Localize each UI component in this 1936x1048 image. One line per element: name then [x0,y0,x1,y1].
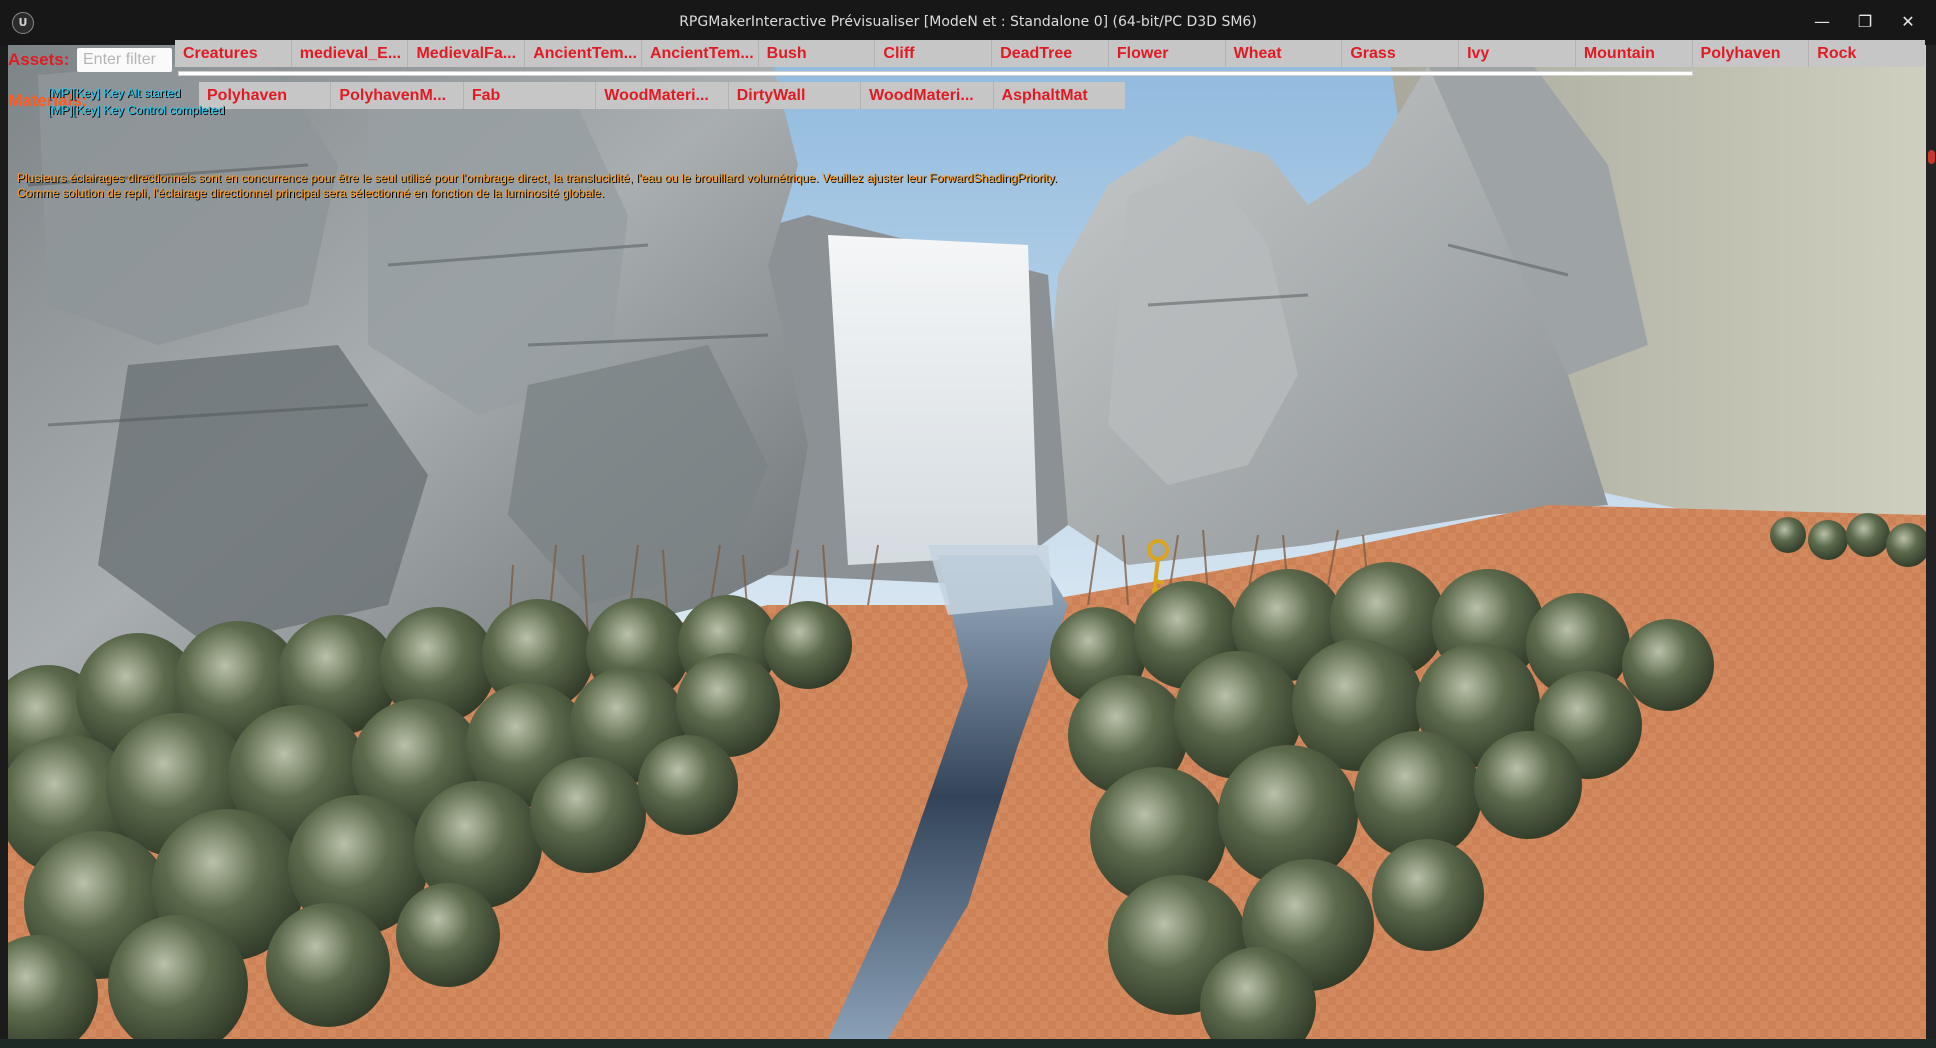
asset-category-button[interactable]: Polyhaven [1692,40,1810,67]
asset-category-button[interactable]: Grass [1342,40,1460,67]
asset-category-button[interactable]: Mountain [1575,40,1693,67]
window-title-bar: U RPGMakerInteractive Prévisualiser [Mod… [0,0,1936,45]
warning-message: Plusieurs éclairages directionnels sont … [17,171,1058,185]
asset-category-button[interactable]: Creatures [175,40,292,67]
close-button[interactable]: ✕ [1886,8,1930,36]
asset-category-button[interactable]: DeadTree [992,40,1109,67]
asset-category-button[interactable]: Bush [758,40,876,67]
minimize-button[interactable]: — [1800,8,1844,36]
asset-category-button[interactable]: Wheat [1225,40,1343,67]
material-category-button[interactable]: AsphaltMat [993,82,1125,109]
bottom-edge [0,1039,1936,1048]
warning-message: Comme solution de repli, l'éclairage dir… [17,186,605,200]
asset-category-button[interactable]: Ivy [1459,40,1576,67]
asset-category-button[interactable]: MedievalFa... [408,40,526,67]
material-category-button[interactable]: WoodMateri... [596,82,729,109]
log-message: [MP][Key] Key Alt started [48,86,181,100]
asset-category-button[interactable]: Flower [1108,40,1226,67]
log-message: [MP][Key] Key Control completed [48,103,225,117]
asset-category-button[interactable]: Rock [1809,40,1926,67]
asset-filter-input[interactable] [77,48,172,72]
assets-label: Assets: [8,50,70,69]
asset-category-button[interactable]: AncientTem... [525,40,642,67]
material-category-button[interactable]: WoodMateri... [861,82,994,109]
maximize-button[interactable]: ❐ [1843,8,1887,36]
asset-category-button[interactable]: medieval_E... [291,40,409,67]
window-title: RPGMakerInteractive Prévisualiser [ModeN… [679,14,1257,30]
asset-category-bar: Creatures medieval_E... MedievalFa... An… [175,40,1926,67]
viewport-edge [1926,45,1936,1039]
edge-indicator-icon [1928,150,1935,164]
material-category-button[interactable]: Fab [463,82,597,109]
material-category-button[interactable]: PolyhavenM... [331,82,464,109]
asset-category-button[interactable]: Cliff [875,40,993,67]
material-category-button[interactable]: DirtyWall [728,82,862,109]
asset-category-button[interactable]: AncientTem... [641,40,759,67]
material-category-bar: Polyhaven PolyhavenM... Fab WoodMateri..… [199,82,1125,109]
asset-scrollbar[interactable] [178,71,1693,76]
